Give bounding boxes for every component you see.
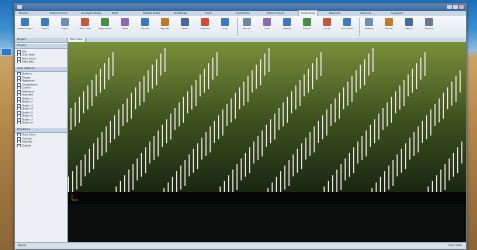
ribbon-button[interactable]: Edit Points (340, 18, 354, 36)
ribbon-button[interactable]: Export (58, 18, 72, 36)
ribbon-button[interactable]: Options (422, 18, 436, 36)
ribbon-button-label: Measure (364, 28, 374, 30)
ribbon-button-label: Registration (98, 28, 112, 30)
status-text: Ready (18, 244, 27, 247)
tool-icon (101, 18, 109, 26)
ribbon-button-label: Extract (303, 28, 311, 30)
ribbon-button-label: Edit Points (341, 28, 353, 30)
tree-item[interactable]: Station 8 (17, 121, 65, 125)
tool-icon (81, 18, 89, 26)
panel-section-header[interactable]: Properties (15, 127, 67, 133)
ribbon-button-label: Section (242, 28, 252, 30)
ribbon-separator (359, 18, 360, 36)
status-mode: Scan Vista (448, 244, 462, 247)
ribbon-button-label: Options (424, 28, 434, 30)
ribbon-button-label: Export (61, 28, 69, 30)
ribbon-button[interactable]: Segment (158, 18, 172, 36)
ribbon-button[interactable]: Measure (362, 18, 376, 36)
ribbon-separator (237, 18, 238, 36)
ribbon-button-label: Filter (264, 28, 270, 30)
tool-icon (385, 18, 393, 26)
tool-icon (181, 18, 189, 26)
ribbon-button-label: Render (385, 28, 393, 30)
ribbon-button-label: Classify (282, 28, 292, 30)
tool-icon (243, 18, 251, 26)
ribbon-button[interactable]: Section (240, 18, 254, 36)
ribbon-button-label: Segment (160, 28, 170, 30)
maximize-button[interactable] (453, 5, 458, 9)
close-button[interactable] (459, 5, 464, 9)
tree-item[interactable]: Classify (17, 143, 65, 147)
ribbon-button-label: Clean (121, 28, 129, 30)
panel-section-header[interactable]: Project (15, 44, 67, 49)
tool-icon (323, 18, 331, 26)
tool-icon (425, 18, 433, 26)
ribbon-button[interactable]: Filter (260, 18, 274, 36)
ribbon-button[interactable]: Classify (280, 18, 294, 36)
ribbon-toolbar: Create Project Import Export Scan Vista Regi… (15, 16, 466, 39)
app-menu-icon[interactable] (17, 5, 22, 9)
tool-icon (365, 18, 373, 26)
ribbon-button[interactable]: Extract (300, 18, 314, 36)
checkbox-icon[interactable] (17, 121, 21, 125)
tool-icon (161, 18, 169, 26)
minimize-button[interactable] (447, 5, 452, 9)
tool-icon (283, 18, 291, 26)
tool-icon (41, 18, 49, 26)
app-window: Home Point Cloud Analyze Data Edit Model Dat… (14, 3, 467, 250)
tree-item-label: Classify (22, 144, 32, 147)
ribbon-button[interactable]: Render (382, 18, 396, 36)
desktop-icon[interactable] (1, 48, 12, 56)
ribbon-button-label: Import (41, 28, 49, 30)
ribbon-button-label: Distance (200, 28, 210, 30)
ribbon-button-label: Scan Vista (79, 28, 91, 30)
scene-shadow (68, 192, 466, 204)
scene-ground (68, 42, 466, 204)
project-panel: Project Project Site Scan Data Point Cloud D… (15, 38, 68, 243)
tree-item-label: Data Sets (22, 60, 34, 64)
panel-header: Project (15, 38, 67, 43)
ribbon-button[interactable]: Registration (98, 18, 112, 36)
tool-icon (21, 18, 29, 26)
ribbon-button[interactable]: Create Project (17, 18, 33, 36)
ribbon-button-label: Create Project (17, 28, 33, 30)
checkbox-icon[interactable] (17, 60, 21, 64)
tool-icon (343, 18, 351, 26)
title-bar (15, 4, 466, 11)
tool-icon (303, 18, 311, 26)
tool-icon (405, 18, 413, 26)
ribbon-button[interactable]: Distance (198, 18, 212, 36)
checkbox-icon[interactable] (17, 143, 21, 147)
tool-icon (263, 18, 271, 26)
ribbon-button-label: Report (405, 28, 413, 30)
ribbon-button[interactable]: Profile (320, 18, 334, 36)
tool-icon (201, 18, 209, 26)
ribbon-button-label: Profile (323, 28, 331, 30)
ribbon-button[interactable]: Clean (118, 18, 132, 36)
ribbon-button[interactable]: Import (38, 18, 52, 36)
tool-icon (61, 18, 69, 26)
tool-icon (141, 18, 149, 26)
point-cloud-scene[interactable] (68, 42, 466, 204)
ribbon-button[interactable]: Report (402, 18, 416, 36)
panel-section-header[interactable]: Scan Stations (15, 66, 67, 72)
tree-item-label: Station 8 (22, 121, 33, 125)
ribbon-button-label: Surface (140, 28, 150, 30)
ribbon-button[interactable]: Surface (138, 18, 152, 36)
ribbon-button[interactable]: Select (178, 18, 192, 36)
status-bar: Ready Scan Vista (15, 242, 466, 249)
tree-item[interactable]: Data Sets (17, 60, 65, 64)
ribbon-button-label: Crop (222, 28, 228, 30)
ribbon-button[interactable]: Scan Vista (78, 18, 92, 36)
viewport[interactable]: Plan View (68, 38, 466, 243)
tool-icon (121, 18, 129, 26)
ribbon-button[interactable]: Crop (218, 18, 232, 36)
tool-icon (221, 18, 229, 26)
ribbon-button-label: Select (181, 28, 189, 30)
